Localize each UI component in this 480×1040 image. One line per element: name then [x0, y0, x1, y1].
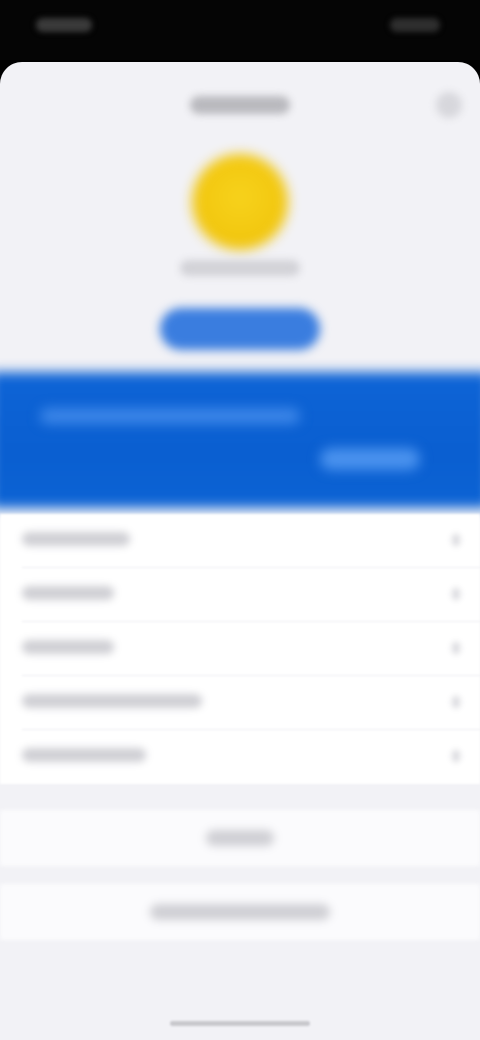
list-item-label [22, 640, 114, 654]
chevron-right-icon [452, 642, 460, 654]
banner-button[interactable] [320, 448, 420, 470]
list-item-label [22, 748, 146, 762]
footer-action-2-label [150, 904, 330, 920]
footer-action-1-label [206, 830, 274, 846]
list-item-label [22, 532, 130, 546]
list-item[interactable] [0, 676, 480, 730]
chevron-right-icon [452, 696, 460, 708]
list-item[interactable] [0, 622, 480, 676]
list-item-label [22, 694, 202, 708]
chevron-right-icon [452, 750, 460, 762]
footer-action-2[interactable] [0, 884, 480, 940]
home-indicator [170, 1021, 310, 1026]
sheet-title [190, 96, 290, 114]
chevron-right-icon [452, 534, 460, 546]
banner-text [40, 408, 300, 424]
list-item[interactable] [0, 730, 480, 784]
list-item[interactable] [0, 568, 480, 622]
settings-list [0, 514, 480, 784]
promo-banner[interactable] [0, 372, 480, 508]
list-item-label [22, 586, 114, 600]
footer-action-1[interactable] [0, 810, 480, 866]
chevron-right-icon [452, 588, 460, 600]
modal-sheet [0, 62, 480, 1040]
primary-button[interactable] [160, 308, 320, 350]
status-indicators [390, 18, 440, 32]
profile-name [180, 260, 300, 276]
status-time [36, 18, 92, 32]
close-icon[interactable] [436, 92, 462, 118]
avatar [192, 154, 288, 250]
status-bar [0, 0, 480, 60]
list-item[interactable] [0, 514, 480, 568]
